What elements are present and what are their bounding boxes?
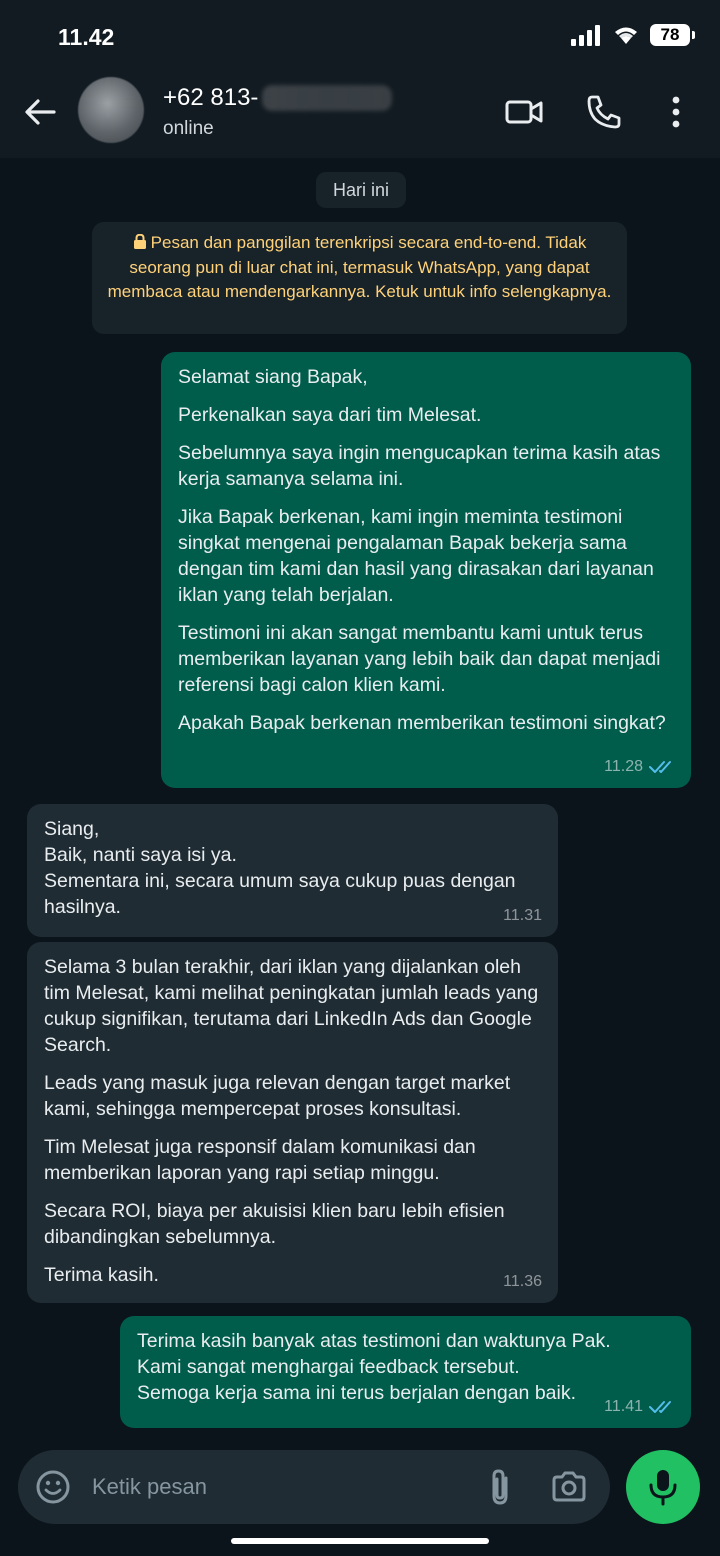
message-text: Apakah Bapak berkenan memberikan testimo… <box>178 712 666 734</box>
mic-button[interactable] <box>626 1450 700 1524</box>
paperclip-icon[interactable] <box>480 1466 520 1508</box>
status-time: 11.42 <box>58 24 115 50</box>
message-incoming[interactable]: Selama 3 bulan terakhir, dari iklan yang… <box>27 942 558 1303</box>
message-text: Terima kasih. <box>44 1264 159 1286</box>
smiley-icon[interactable] <box>34 1468 72 1506</box>
message-outgoing[interactable]: Terima kasih banyak atas testimoni dan w… <box>120 1316 691 1428</box>
cellular-signal-icon <box>571 25 600 46</box>
double-check-icon <box>649 761 671 773</box>
microphone-icon <box>649 1470 677 1506</box>
contact-status: online <box>163 118 214 139</box>
home-indicator[interactable] <box>231 1538 489 1544</box>
message-text: Testimoni ini akan sangat membantu kami … <box>178 622 661 696</box>
video-camera-icon[interactable] <box>502 90 546 134</box>
more-vertical-icon[interactable] <box>654 90 698 134</box>
battery-indicator: 78 <box>650 24 695 46</box>
message-time: 11.31 <box>503 907 542 924</box>
message-meta: 11.36 <box>503 1269 542 1295</box>
message-text: Sebelumnya saya ingin mengucapkan terima… <box>178 442 661 490</box>
message-text: Semoga kerja sama ini terus berjalan den… <box>137 1382 577 1404</box>
lock-icon <box>133 233 146 249</box>
message-text: Baik, nanti saya isi ya. <box>44 844 237 866</box>
message-time: 11.28 <box>604 758 643 775</box>
encryption-notice[interactable]: Pesan dan panggilan terenkripsi secara e… <box>92 222 627 334</box>
message-text: Jika Bapak berkenan, kami ingin meminta … <box>178 506 654 606</box>
message-text: Siang, <box>44 818 100 840</box>
contact-name[interactable]: +62 813- <box>163 84 393 112</box>
status-bar: 11.42 78 <box>0 0 720 72</box>
message-meta: 11.41 <box>604 1394 675 1420</box>
message-input[interactable] <box>92 1450 472 1524</box>
message-meta: 11.28 <box>604 754 675 780</box>
contact-avatar[interactable] <box>78 77 144 143</box>
message-outgoing[interactable]: Selamat siang Bapak, Perkenalkan saya da… <box>161 352 691 788</box>
date-chip: Hari ini <box>316 172 406 208</box>
message-meta: 11.31 <box>503 903 542 929</box>
message-composer <box>18 1450 610 1524</box>
contact-number: +62 813- <box>163 84 259 111</box>
arrow-left-icon[interactable] <box>20 92 60 132</box>
message-incoming[interactable]: Siang, Baik, nanti saya isi ya. Sementar… <box>27 804 558 937</box>
message-text: Leads yang masuk juga relevan dengan tar… <box>44 1072 511 1120</box>
message-time: 11.41 <box>604 1398 643 1415</box>
message-text: Sementara ini, secara umum saya cukup pu… <box>44 870 516 918</box>
camera-icon[interactable] <box>548 1466 590 1508</box>
message-text: Perkenalkan saya dari tim Melesat. <box>178 404 482 426</box>
chat-header: +62 813- online <box>0 72 720 158</box>
phone-icon[interactable] <box>582 90 626 134</box>
message-text: Tim Melesat juga responsif dalam komunik… <box>44 1136 476 1184</box>
status-icons: 78 <box>570 24 695 46</box>
message-text: Terima kasih banyak atas testimoni dan w… <box>137 1330 611 1352</box>
message-text: Selamat siang Bapak, <box>178 366 368 388</box>
message-text: Kami sangat menghargai feedback tersebut… <box>137 1356 520 1378</box>
double-check-icon <box>649 1401 671 1413</box>
wifi-icon <box>615 27 637 44</box>
message-time: 11.36 <box>503 1273 542 1290</box>
battery-level: 78 <box>660 25 680 44</box>
redacted-number <box>262 85 393 111</box>
encryption-notice-text: Pesan dan panggilan terenkripsi secara e… <box>107 233 612 301</box>
message-text: Secara ROI, biaya per akuisisi klien bar… <box>44 1200 505 1248</box>
message-text: Selama 3 bulan terakhir, dari iklan yang… <box>44 956 539 1056</box>
